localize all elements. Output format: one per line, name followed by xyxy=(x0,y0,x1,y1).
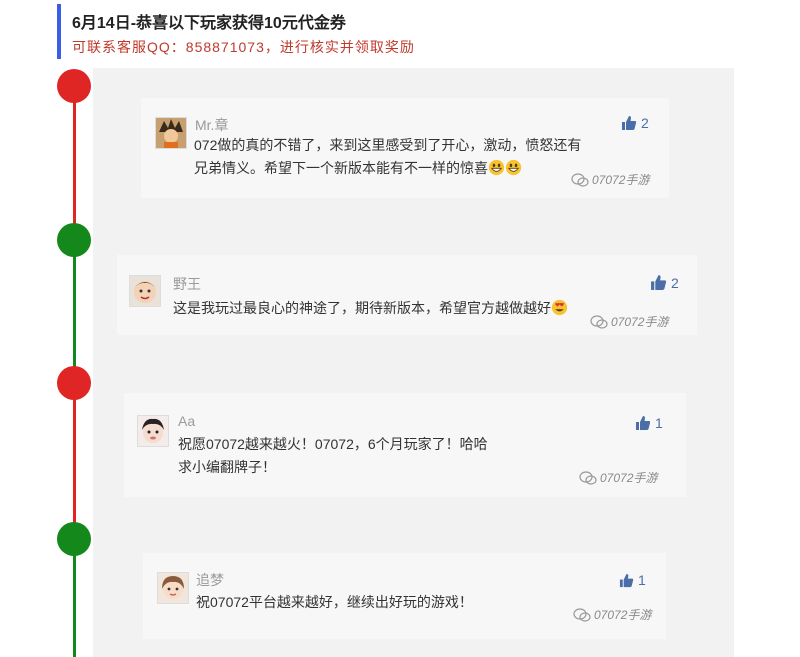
avatar[interactable] xyxy=(155,117,187,149)
grinning-face-emoji xyxy=(505,159,522,176)
like-count: 1 xyxy=(655,415,663,431)
avatar[interactable] xyxy=(129,275,161,307)
like-count: 1 xyxy=(638,572,646,588)
comment-card: 野王 2 这是我玩过最良心的神途了，期待新版本，希望官方越做越好 07072手游 xyxy=(117,255,697,335)
timeline-segment-red xyxy=(73,383,76,539)
header-accent-bar xyxy=(57,4,61,59)
watermark-text: 07072手游 xyxy=(611,315,669,329)
comment-line: 祝愿07072越来越火！07072，6个月玩家了！哈哈 xyxy=(178,436,488,452)
thumbs-up-icon xyxy=(651,275,667,290)
wechat-icon xyxy=(579,470,597,485)
thumbs-up-icon xyxy=(636,416,651,430)
timeline-segment-red xyxy=(73,86,76,240)
comment-card: 追梦 1 祝07072平台越来越好，继续出好玩的游戏！ 07072手游 xyxy=(143,553,666,639)
comment-text: 祝07072平台越来越好，继续出好玩的游戏！ xyxy=(196,591,596,614)
timeline-dot xyxy=(57,223,91,257)
avatar[interactable] xyxy=(137,415,169,447)
watermark: 07072手游 xyxy=(590,313,668,330)
timeline-segment-green xyxy=(73,240,76,383)
user-avatar-image xyxy=(156,118,186,148)
comment-username: Mr.章 xyxy=(195,117,229,133)
timeline-dot xyxy=(57,69,91,103)
like-button[interactable]: 2 xyxy=(621,115,649,131)
avatar[interactable] xyxy=(157,572,189,604)
comment-line: 兄弟情义。希望下一个新版本能有不一样的惊喜 xyxy=(194,160,488,176)
comment-username: Aa xyxy=(178,413,196,429)
watermark: 07072手游 xyxy=(573,606,651,623)
watermark-text: 07072手游 xyxy=(592,173,650,187)
comment-line: 072做的真的不错了，来到这里感受到了开心，激动，愤怒还有 xyxy=(194,137,582,153)
comment-line: 这是我玩过最良心的神途了，期待新版本，希望官方越做越好 xyxy=(173,300,551,316)
user-avatar-image xyxy=(158,573,188,603)
comment-text: 祝愿07072越来越火！07072，6个月玩家了！哈哈 求小编翻牌子！ xyxy=(178,433,578,479)
like-button[interactable]: 1 xyxy=(619,572,646,588)
wechat-icon xyxy=(590,314,608,329)
wechat-icon xyxy=(571,172,589,187)
watermark-text: 07072手游 xyxy=(594,608,652,622)
like-button[interactable]: 1 xyxy=(635,415,663,431)
comment-username: 追梦 xyxy=(196,572,224,588)
like-count: 2 xyxy=(671,274,679,291)
page-subtitle: 可联系客服QQ：858871073，进行核实并领取奖励 xyxy=(72,39,415,55)
page-title: 6月14日-恭喜以下玩家获得10元代金券 xyxy=(72,15,346,32)
watermark-text: 07072手游 xyxy=(600,471,658,485)
wechat-icon xyxy=(573,607,591,622)
thumbs-up-icon xyxy=(619,573,634,587)
watermark: 07072手游 xyxy=(579,469,657,486)
like-count: 2 xyxy=(641,115,649,131)
timeline-segment-green xyxy=(73,539,76,657)
user-avatar-image xyxy=(130,276,160,306)
comment-card: Aa 1 祝愿07072越来越火！07072，6个月玩家了！哈哈 求小编翻牌子！… xyxy=(124,393,686,497)
user-avatar-image xyxy=(138,416,168,446)
comment-card: Mr.章 2 072做的真的不错了，来到这里感受到了开心，激动，愤怒还有 兄弟情… xyxy=(141,98,669,198)
heart-eyes-emoji xyxy=(551,299,568,316)
comment-line: 祝07072平台越来越好，继续出好玩的游戏！ xyxy=(196,594,473,610)
like-button[interactable]: 2 xyxy=(650,274,679,291)
announcement-header: 6月14日-恭喜以下玩家获得10元代金券 可联系客服QQ：858871073，进… xyxy=(57,4,747,59)
timeline-dot xyxy=(57,522,91,556)
comment-username: 野王 xyxy=(173,276,201,292)
grinning-face-emoji xyxy=(488,159,505,176)
thumbs-up-icon xyxy=(622,116,637,130)
comment-line: 求小编翻牌子！ xyxy=(178,459,276,475)
watermark: 07072手游 xyxy=(571,171,649,188)
timeline-dot xyxy=(57,366,91,400)
